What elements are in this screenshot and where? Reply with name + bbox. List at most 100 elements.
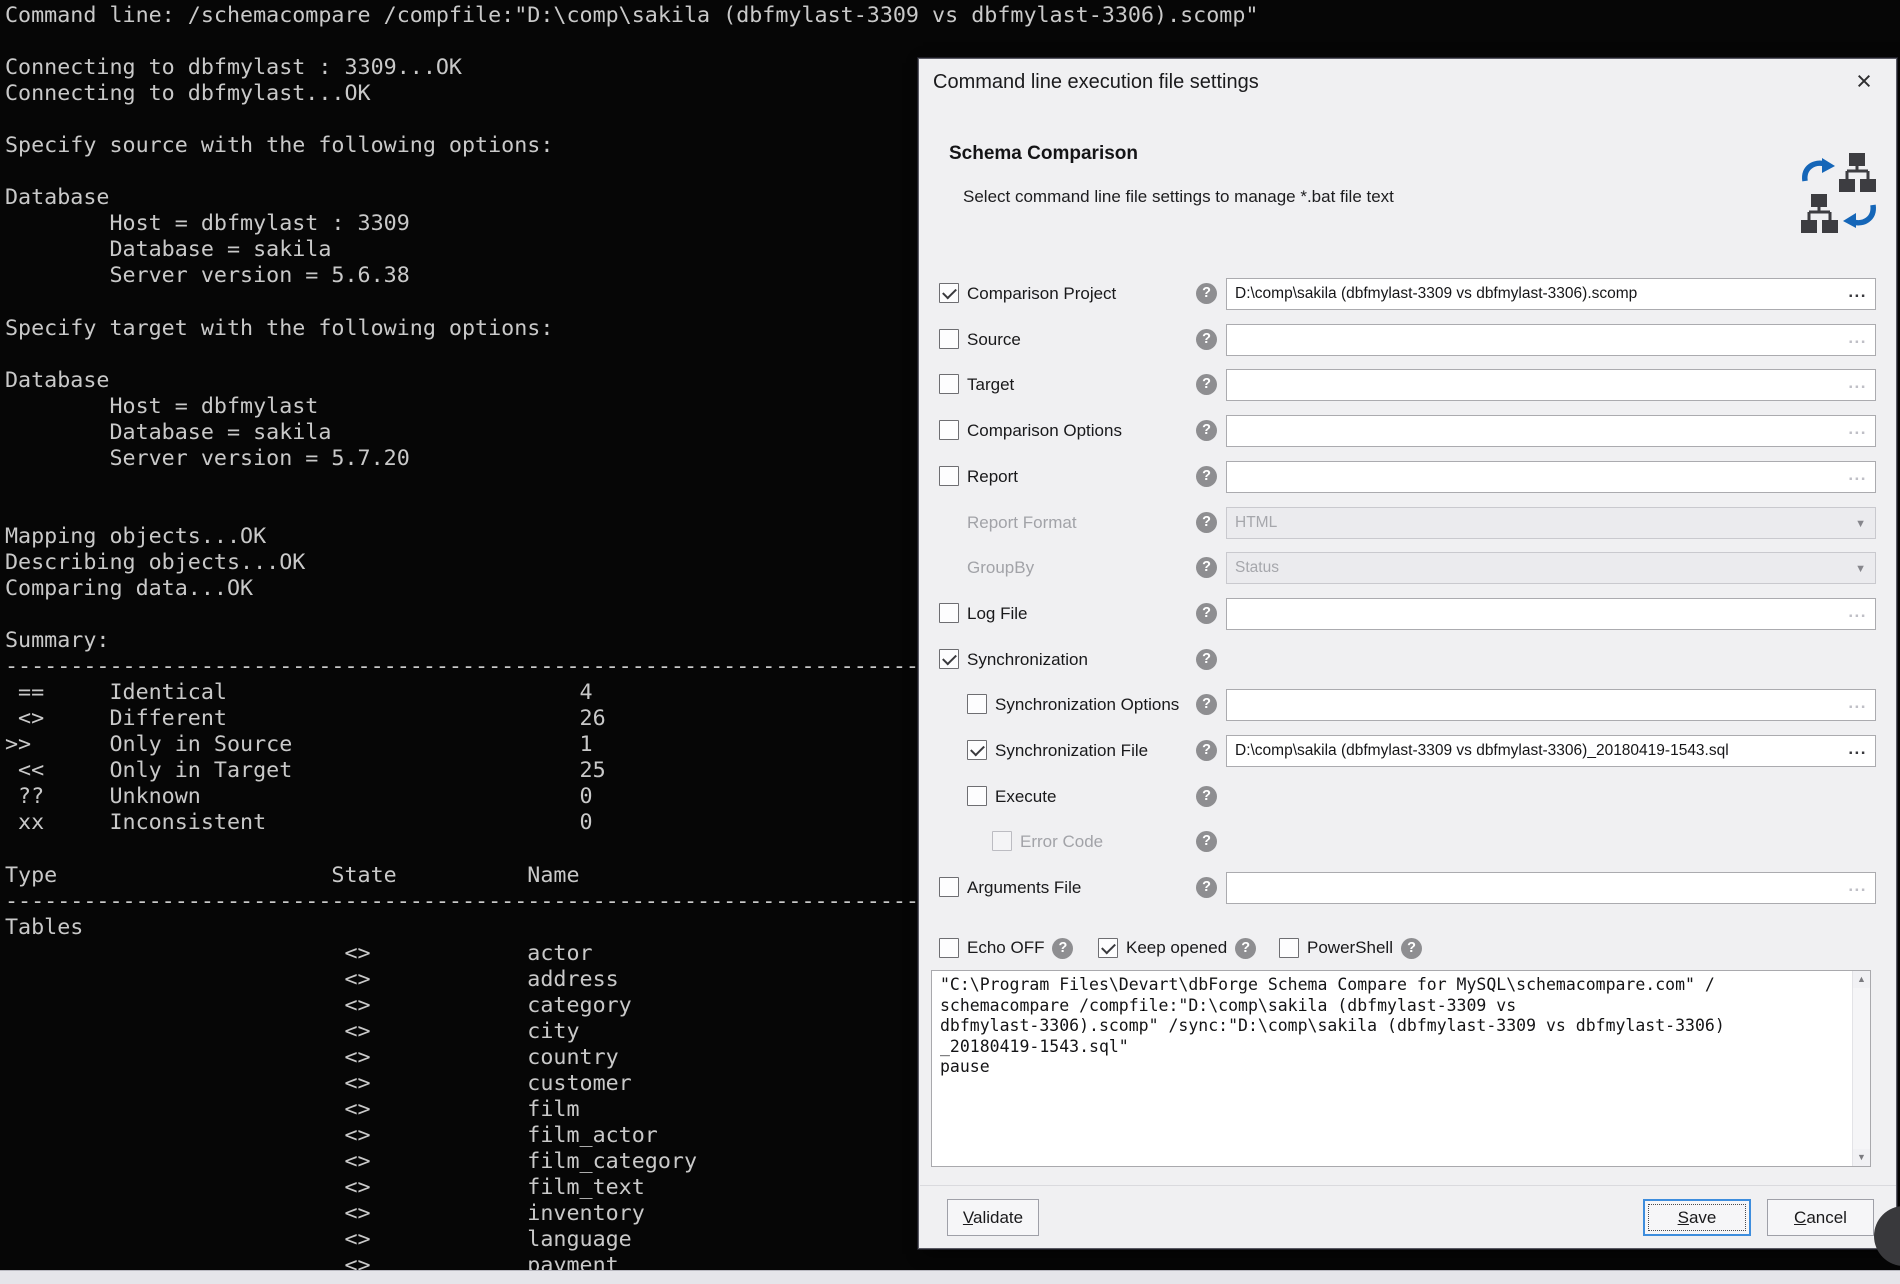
footer-separator	[920, 1185, 1896, 1186]
error-code-label: Error Code	[1020, 819, 1103, 865]
row-log-file: Log File?...	[919, 591, 1898, 637]
synchronization-file-label: Synchronization File	[995, 728, 1148, 774]
cancel-button[interactable]: Cancel	[1767, 1199, 1874, 1236]
arguments-file-input[interactable]: ...	[1226, 872, 1876, 904]
browse-button[interactable]: ...	[1848, 416, 1867, 442]
row-source: Source?...	[919, 317, 1898, 363]
bat-file-text-box: "C:\Program Files\Devart\dbForge Schema …	[931, 970, 1871, 1167]
synchronization-checkbox[interactable]	[939, 649, 959, 669]
comparison-project-label: Comparison Project	[967, 271, 1116, 317]
synchronization-file-input[interactable]: D:\comp\sakila (dbfmylast-3309 vs dbfmyl…	[1226, 735, 1876, 767]
command-line-settings-dialog: Command line execution file settings × S…	[918, 58, 1897, 1249]
help-icon[interactable]: ?	[1196, 512, 1217, 533]
report-format-value: HTML	[1235, 508, 1277, 538]
keep-opened-label: Keep opened	[1126, 938, 1227, 958]
echo-off-label: Echo OFF	[967, 938, 1044, 958]
comparison-options-input[interactable]: ...	[1226, 415, 1876, 447]
comparison-options-checkbox[interactable]	[939, 420, 959, 440]
option-keep-opened: Keep opened?	[1098, 925, 1256, 971]
echo-off-checkbox[interactable]	[939, 938, 959, 958]
bat-file-text[interactable]: "C:\Program Files\Devart\dbForge Schema …	[940, 975, 1840, 1162]
log-file-label: Log File	[967, 591, 1027, 637]
target-label: Target	[967, 362, 1014, 408]
groupby-dropdown[interactable]: Status▼	[1226, 552, 1876, 584]
synchronization-options-label: Synchronization Options	[995, 682, 1179, 728]
row-comparison-project: Comparison Project? D:\comp\sakila (dbfmy…	[919, 271, 1898, 317]
help-icon[interactable]: ?	[1052, 938, 1073, 959]
source-label: Source	[967, 317, 1021, 363]
synchronization-options-input[interactable]: ...	[1226, 689, 1876, 721]
comparison-project-value: D:\comp\sakila (dbfmylast-3309 vs dbfmyl…	[1235, 279, 1637, 309]
help-icon[interactable]: ?	[1196, 603, 1217, 624]
synchronization-file-checkbox[interactable]	[967, 740, 987, 760]
powershell-checkbox[interactable]	[1279, 938, 1299, 958]
arguments-file-label: Arguments File	[967, 865, 1081, 911]
source-checkbox[interactable]	[939, 329, 959, 349]
close-icon[interactable]: ×	[1848, 65, 1880, 97]
keep-opened-checkbox[interactable]	[1098, 938, 1118, 958]
report-label: Report	[967, 454, 1018, 500]
row-target: Target?...	[919, 362, 1898, 408]
help-icon[interactable]: ?	[1196, 329, 1217, 350]
report-input[interactable]: ...	[1226, 461, 1876, 493]
source-input[interactable]: ...	[1226, 324, 1876, 356]
log-file-input[interactable]: ...	[1226, 598, 1876, 630]
target-checkbox[interactable]	[939, 374, 959, 394]
validate-button[interactable]: Validate	[947, 1199, 1039, 1236]
log-file-checkbox[interactable]	[939, 603, 959, 623]
comparison-project-input[interactable]: D:\comp\sakila (dbfmylast-3309 vs dbfmyl…	[1226, 278, 1876, 310]
option-echo-off: Echo OFF?	[939, 925, 1073, 971]
row-synchronization-file: Synchronization File? D:\comp\sakila (dbf…	[919, 728, 1898, 774]
groupby-label: GroupBy	[967, 545, 1034, 591]
dialog-title: Command line execution file settings	[933, 71, 1259, 94]
help-icon[interactable]: ?	[1196, 557, 1217, 578]
row-report-format: Report Format? HTML ▼	[919, 500, 1898, 546]
target-input[interactable]: ...	[1226, 369, 1876, 401]
browse-button[interactable]: ...	[1848, 462, 1867, 488]
report-checkbox[interactable]	[939, 466, 959, 486]
row-comparison-options: Comparison Options?...	[919, 408, 1898, 454]
report-format-label: Report Format	[967, 500, 1077, 546]
help-icon[interactable]: ?	[1196, 786, 1217, 807]
help-icon[interactable]: ?	[1196, 649, 1217, 670]
arguments-file-checkbox[interactable]	[939, 877, 959, 897]
help-icon[interactable]: ?	[1196, 374, 1217, 395]
comparison-project-checkbox[interactable]	[939, 283, 959, 303]
help-icon[interactable]: ?	[1196, 831, 1217, 852]
help-icon[interactable]: ?	[1196, 877, 1217, 898]
row-groupby: GroupBy? Status▼	[919, 545, 1898, 591]
report-format-dropdown[interactable]: HTML ▼	[1226, 507, 1876, 539]
row-synchronization: Synchronization?	[919, 637, 1898, 683]
error-code-checkbox[interactable]	[992, 831, 1012, 851]
save-button[interactable]: Save	[1643, 1199, 1751, 1236]
browse-button[interactable]: ...	[1848, 690, 1867, 716]
synchronization-file-value: D:\comp\sakila (dbfmylast-3309 vs dbfmyl…	[1235, 736, 1729, 766]
synchronization-label: Synchronization	[967, 637, 1088, 683]
help-icon[interactable]: ?	[1196, 740, 1217, 761]
help-icon[interactable]: ?	[1196, 283, 1217, 304]
browse-button[interactable]: ...	[1848, 279, 1867, 305]
browse-button[interactable]: ...	[1848, 370, 1867, 396]
help-icon[interactable]: ?	[1401, 938, 1422, 959]
browse-button[interactable]: ...	[1848, 599, 1867, 625]
schema-comparison-subtitle: Select command line file settings to man…	[963, 187, 1394, 207]
scroll-up-icon[interactable]: ▲	[1853, 971, 1870, 988]
execute-checkbox[interactable]	[967, 786, 987, 806]
synchronization-options-checkbox[interactable]	[967, 694, 987, 714]
browse-button[interactable]: ...	[1848, 736, 1867, 762]
browse-button[interactable]: ...	[1848, 873, 1867, 899]
help-icon[interactable]: ?	[1196, 466, 1217, 487]
row-arguments-file: Arguments File?...	[919, 865, 1898, 911]
help-icon[interactable]: ?	[1235, 938, 1256, 959]
option-powershell: PowerShell?	[1279, 925, 1422, 971]
row-report: Report?...	[919, 454, 1898, 500]
execute-label: Execute	[995, 774, 1056, 820]
schema-comparison-heading: Schema Comparison	[949, 143, 1138, 165]
chevron-down-icon: ▼	[1855, 508, 1866, 540]
bat-scrollbar[interactable]: ▲ ▼	[1852, 971, 1870, 1166]
browse-button[interactable]: ...	[1848, 325, 1867, 351]
help-icon[interactable]: ?	[1196, 420, 1217, 441]
help-icon[interactable]: ?	[1196, 694, 1217, 715]
scroll-down-icon[interactable]: ▼	[1853, 1149, 1870, 1166]
row-synchronization-options: Synchronization Options?...	[919, 682, 1898, 728]
